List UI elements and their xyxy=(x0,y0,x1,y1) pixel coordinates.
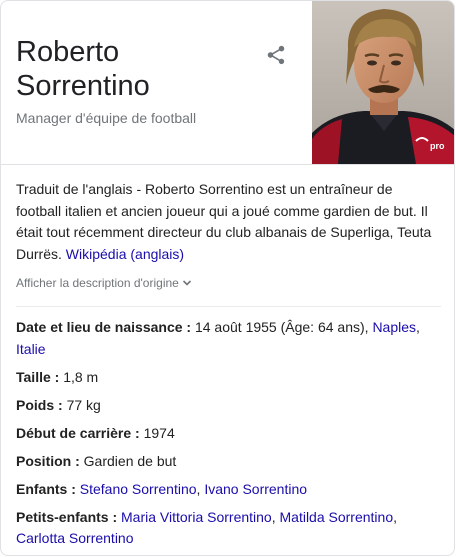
fact-value: Gardien de but xyxy=(83,452,177,469)
fact-value: 14 août 1955 (Âge: 64 ans), xyxy=(194,319,373,335)
divider xyxy=(16,306,441,307)
fact-label: Enfants : xyxy=(16,480,80,497)
fact-separator: , xyxy=(271,508,280,525)
title-line-2: Sorrentino xyxy=(16,70,150,102)
show-original-label: Afficher la description d'origine xyxy=(16,276,179,290)
wikipedia-link[interactable]: Wikipédia (anglais) xyxy=(66,246,184,262)
grandchild-link-carlotta[interactable]: Carlotta Sorrentino xyxy=(16,530,134,546)
fact-value: 77 kg xyxy=(66,396,101,413)
knowledge-panel: Roberto Sorrentino Manager d'équipe de f… xyxy=(0,0,455,556)
fact-weight: Poids : 77 kg xyxy=(16,395,441,417)
entity-title: Roberto Sorrentino xyxy=(16,35,236,103)
fact-label: Date et lieu de naissance : xyxy=(16,319,195,335)
grandchild-link-matilda[interactable]: Matilda Sorrentino xyxy=(280,509,394,525)
title-line-1: Roberto xyxy=(16,36,120,68)
fact-separator: , xyxy=(393,508,398,525)
fact-birth: Date et lieu de naissance : 14 août 1955… xyxy=(16,317,441,360)
naples-link[interactable]: Naples xyxy=(372,319,416,335)
entity-description: Traduit de l'anglais - Roberto Sorrentin… xyxy=(16,179,441,265)
fact-value: 1,8 m xyxy=(63,368,99,385)
fact-height: Taille : 1,8 m xyxy=(16,367,441,389)
fact-label: Début de carrière : xyxy=(16,424,144,441)
fact-label: Petits-enfants : xyxy=(16,508,122,525)
child-link-ivano[interactable]: Ivano Sorrentino xyxy=(204,481,307,497)
share-button[interactable] xyxy=(265,44,287,66)
grandchild-link-maria-vittoria[interactable]: Maria Vittoria Sorrentino xyxy=(121,509,272,525)
jersey-text: pro xyxy=(430,141,445,151)
fact-career-start: Début de carrière : 1974 xyxy=(16,423,441,445)
fact-label: Position : xyxy=(16,452,84,469)
fact-position: Position : Gardien de but xyxy=(16,451,441,473)
fact-label: Poids : xyxy=(16,396,67,413)
fact-value: 1974 xyxy=(143,424,175,441)
share-icon xyxy=(267,45,285,65)
portrait-image: pro xyxy=(312,1,454,164)
show-original-description[interactable]: Afficher la description d'origine xyxy=(16,276,192,290)
fact-grandchildren: Petits-enfants : Maria Vittoria Sorrenti… xyxy=(16,507,441,550)
chevron-down-icon xyxy=(182,280,191,286)
fact-children: Enfants : Stefano Sorrentino, Ivano Sorr… xyxy=(16,479,441,501)
panel-body: Traduit de l'anglais - Roberto Sorrentin… xyxy=(16,179,441,555)
fact-label: Taille : xyxy=(16,368,64,385)
entity-subtitle: Manager d'équipe de football xyxy=(16,110,197,126)
panel-header: Roberto Sorrentino Manager d'équipe de f… xyxy=(1,1,454,165)
italie-link[interactable]: Italie xyxy=(16,341,46,357)
entity-photo[interactable]: pro xyxy=(312,1,454,164)
child-link-stefano[interactable]: Stefano Sorrentino xyxy=(80,481,197,497)
facts-list: Date et lieu de naissance : 14 août 1955… xyxy=(16,317,441,550)
fact-separator: , xyxy=(416,319,420,335)
